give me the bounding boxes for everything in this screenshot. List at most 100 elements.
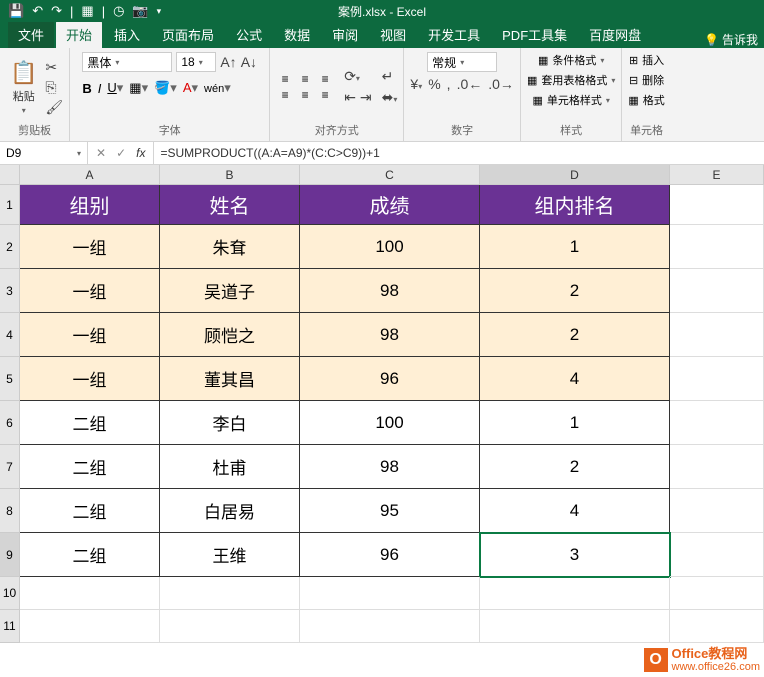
qat-icon[interactable]: ▦ <box>81 3 93 19</box>
decrease-font-icon[interactable]: A↓ <box>241 54 257 70</box>
table-cell[interactable]: 100 <box>300 225 480 269</box>
select-all-corner[interactable] <box>0 165 20 185</box>
table-cell[interactable]: 董其昌 <box>160 357 300 401</box>
align-left-icon[interactable]: ≡ <box>276 88 294 102</box>
column-header[interactable]: B <box>160 165 300 185</box>
indent-dec-icon[interactable]: ⇤ <box>344 89 356 106</box>
table-cell[interactable]: 2 <box>480 269 670 313</box>
table-header[interactable]: 组内排名 <box>480 185 670 225</box>
align-top-icon[interactable]: ≡ <box>276 72 294 86</box>
tell-me[interactable]: 💡告诉我 <box>704 31 764 48</box>
row-header[interactable]: 6 <box>0 401 20 445</box>
table-cell[interactable]: 一组 <box>20 313 160 357</box>
table-cell[interactable]: 98 <box>300 313 480 357</box>
column-header[interactable]: C <box>300 165 480 185</box>
table-cell[interactable]: 二组 <box>20 533 160 577</box>
table-cell[interactable]: 一组 <box>20 225 160 269</box>
table-cell[interactable]: 二组 <box>20 445 160 489</box>
tab-data[interactable]: 数据 <box>274 21 320 48</box>
format-cells-button[interactable]: ▦格式 <box>628 92 664 108</box>
tab-developer[interactable]: 开发工具 <box>418 21 490 48</box>
comma-icon[interactable]: , <box>447 76 451 92</box>
table-cell[interactable]: 2 <box>480 313 670 357</box>
percent-icon[interactable]: % <box>428 76 440 92</box>
wrap-text-icon[interactable]: ↵ <box>382 68 398 85</box>
bold-button[interactable]: B <box>82 81 91 96</box>
confirm-icon[interactable]: ✓ <box>116 146 126 160</box>
cell[interactable] <box>670 401 764 445</box>
cell[interactable] <box>670 445 764 489</box>
tab-file[interactable]: 文件 <box>8 21 54 48</box>
row-header[interactable]: 1 <box>0 185 20 225</box>
qat-icon[interactable]: ◷ <box>113 3 124 19</box>
insert-cells-button[interactable]: ⊞插入 <box>629 52 664 68</box>
table-format-button[interactable]: ▦套用表格格式▾ <box>527 72 615 88</box>
save-icon[interactable]: 💾 <box>8 3 24 19</box>
table-cell[interactable]: 一组 <box>20 357 160 401</box>
table-cell[interactable]: 二组 <box>20 401 160 445</box>
table-header[interactable]: 组别 <box>20 185 160 225</box>
phonetic-button[interactable]: wén▾ <box>204 80 231 96</box>
tab-view[interactable]: 视图 <box>370 21 416 48</box>
inc-decimal-icon[interactable]: .0← <box>457 76 483 92</box>
cell[interactable] <box>160 577 300 610</box>
font-color-button[interactable]: A▾ <box>183 80 198 96</box>
table-cell[interactable]: 2 <box>480 445 670 489</box>
table-cell[interactable]: 1 <box>480 401 670 445</box>
border-button[interactable]: ▦▾ <box>129 80 148 96</box>
fx-icon[interactable]: fx <box>136 146 145 160</box>
cell[interactable] <box>670 610 764 643</box>
merge-icon[interactable]: ⬌▾ <box>382 89 398 106</box>
table-header[interactable]: 姓名 <box>160 185 300 225</box>
table-cell[interactable]: 王维 <box>160 533 300 577</box>
cell-style-button[interactable]: ▦单元格样式▾ <box>532 92 609 108</box>
copy-icon[interactable]: ⎘ <box>45 79 63 96</box>
align-right-icon[interactable]: ≡ <box>316 88 334 102</box>
format-painter-icon[interactable]: 🖌 <box>45 99 63 116</box>
indent-inc-icon[interactable]: ⇥ <box>360 89 372 106</box>
row-header[interactable]: 4 <box>0 313 20 357</box>
table-cell[interactable]: 顾恺之 <box>160 313 300 357</box>
table-cell[interactable]: 朱耷 <box>160 225 300 269</box>
table-cell[interactable]: 95 <box>300 489 480 533</box>
cancel-icon[interactable]: ✕ <box>96 146 106 160</box>
table-cell[interactable]: 98 <box>300 269 480 313</box>
row-header[interactable]: 7 <box>0 445 20 489</box>
tab-insert[interactable]: 插入 <box>104 21 150 48</box>
table-cell[interactable]: 二组 <box>20 489 160 533</box>
cell[interactable] <box>20 577 160 610</box>
table-cell[interactable]: 杜甫 <box>160 445 300 489</box>
cell[interactable] <box>300 610 480 643</box>
name-box[interactable]: D9▾ <box>0 142 88 164</box>
cell[interactable] <box>670 313 764 357</box>
font-size-select[interactable]: 18▾ <box>176 52 216 72</box>
row-header[interactable]: 9 <box>0 533 20 577</box>
cut-icon[interactable]: ✂ <box>45 59 63 76</box>
qat-icon[interactable]: 📷 <box>132 3 148 19</box>
dec-decimal-icon[interactable]: .0→ <box>488 76 514 92</box>
table-cell[interactable]: 一组 <box>20 269 160 313</box>
table-cell[interactable]: 4 <box>480 489 670 533</box>
cell[interactable] <box>160 610 300 643</box>
increase-font-icon[interactable]: A↑ <box>220 54 236 70</box>
column-header[interactable]: D <box>480 165 670 185</box>
row-header[interactable]: 8 <box>0 489 20 533</box>
cell[interactable] <box>20 610 160 643</box>
underline-button[interactable]: U▾ <box>107 80 123 96</box>
align-center-icon[interactable]: ≡ <box>296 88 314 102</box>
orientation-icon[interactable]: ⟳▾ <box>344 68 371 85</box>
table-header[interactable]: 成绩 <box>300 185 480 225</box>
cell[interactable] <box>670 225 764 269</box>
conditional-format-button[interactable]: ▦条件格式▾ <box>538 52 604 68</box>
italic-button[interactable]: I <box>98 81 102 96</box>
align-bottom-icon[interactable]: ≡ <box>316 72 334 86</box>
tab-pagelayout[interactable]: 页面布局 <box>152 21 224 48</box>
currency-icon[interactable]: ¥▾ <box>410 76 422 92</box>
undo-icon[interactable]: ↶ <box>32 3 43 19</box>
cell[interactable] <box>670 185 764 225</box>
column-header[interactable]: E <box>670 165 764 185</box>
paste-button[interactable]: 📋 粘贴 ▾ <box>6 58 41 117</box>
redo-icon[interactable]: ↷ <box>51 3 62 19</box>
cell[interactable] <box>670 357 764 401</box>
cell[interactable] <box>480 610 670 643</box>
